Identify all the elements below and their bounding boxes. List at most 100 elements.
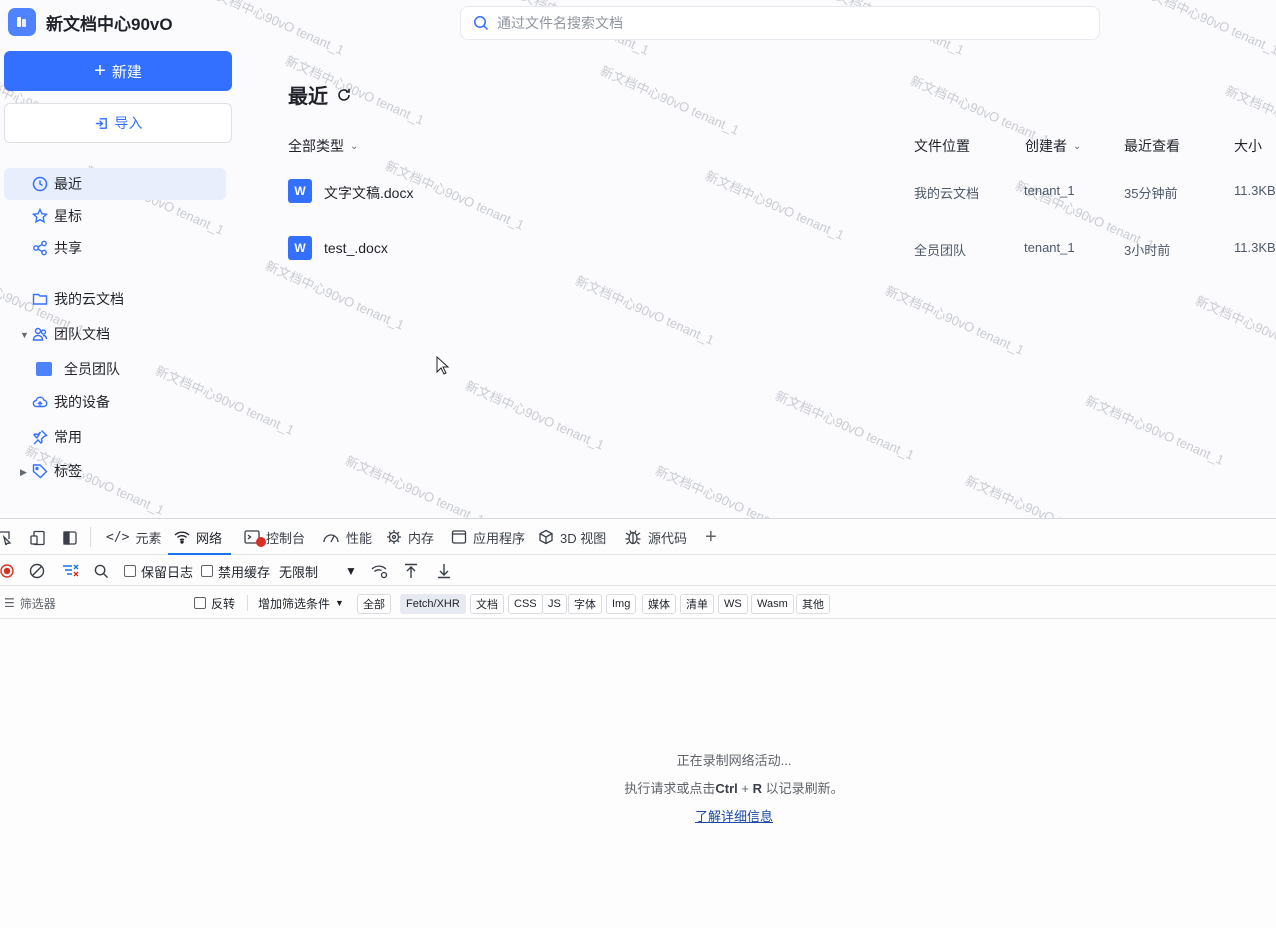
network-toolbar: 保留日志 禁用缓存 无限制 ▼	[0, 556, 1276, 586]
filter-chip[interactable]: 清单	[680, 594, 714, 614]
checkbox[interactable]	[124, 565, 136, 577]
folder-icon	[32, 293, 48, 305]
code-icon: </>	[106, 529, 130, 545]
type-filter-dropdown[interactable]: 全部类型 ⌄	[288, 136, 358, 156]
filter-chip[interactable]: Wasm	[751, 594, 794, 614]
sidebar-item-label: 最近	[54, 176, 82, 192]
sidebar-item-starred[interactable]: 星标	[4, 200, 226, 232]
brand: 新文档中心90vO	[8, 8, 173, 36]
tab-network[interactable]: 网络	[168, 519, 231, 555]
learn-more-link[interactable]: 了解详细信息	[695, 809, 773, 824]
word-doc-icon: W	[288, 179, 312, 203]
checkbox-label: 反转	[211, 596, 236, 611]
tab-label: 网络	[196, 530, 223, 546]
tab-performance[interactable]: 性能	[322, 519, 372, 555]
record-button[interactable]	[0, 556, 14, 586]
record-icon	[0, 564, 14, 578]
chevron-down-icon: ⌄	[350, 140, 359, 152]
sidebar-item-all-members-team[interactable]: 全员团队	[36, 359, 120, 379]
sidebar: 新文档中心90vO + 新建 导入 最近 星标 共享 我的云文档 ▼ 团队文档 …	[0, 0, 240, 518]
column-header-size: 大小	[1234, 136, 1262, 156]
tab-elements[interactable]: </> 元素	[106, 519, 162, 555]
tab-3d-view[interactable]: 3D 视图	[538, 519, 606, 555]
network-empty-state: 正在录制网络活动... 执行请求或点击Ctrl + R 以记录刷新。 了解详细信…	[0, 747, 1276, 831]
checkbox[interactable]	[194, 597, 206, 609]
table-row[interactable]: W 文字文稿.docx 我的云文档 tenant_1 35分钟前 11.3KB	[288, 171, 1276, 211]
checkbox[interactable]	[201, 565, 213, 577]
plus-icon: +	[94, 60, 106, 82]
sidebar-item-my-devices[interactable]: 我的设备	[4, 386, 226, 418]
filter-chip[interactable]: JS	[542, 594, 567, 614]
export-har-button[interactable]	[437, 556, 451, 586]
tab-sources[interactable]: 源代码	[624, 519, 687, 555]
disable-cache-checkbox[interactable]: 禁用缓存	[201, 556, 270, 586]
sidebar-item-tags[interactable]: ▶ 标签	[4, 455, 226, 487]
file-name[interactable]: test_.docx	[324, 240, 388, 256]
filter-chip[interactable]: WS	[718, 594, 748, 614]
tab-application[interactable]: 应用程序	[451, 519, 525, 555]
caret-down-icon: ▼	[345, 564, 357, 578]
filter-clear-icon	[63, 564, 79, 577]
filter-chip[interactable]: Fetch/XHR	[400, 594, 466, 614]
tab-memory[interactable]: 内存	[386, 519, 434, 555]
devtools-panel: </> 元素 网络 控制台 性能 内存 应用程序 3D 视图 源代码 + 保留日…	[0, 518, 1276, 928]
search-input[interactable]	[497, 15, 1057, 31]
shortcut-key: R	[752, 781, 762, 796]
new-button-label: 新建	[111, 63, 142, 81]
column-header-creator[interactable]: 创建者 ⌄	[1025, 136, 1081, 156]
caret-down-icon[interactable]: ▼	[20, 330, 29, 340]
inspect-element-icon[interactable]	[0, 531, 12, 545]
filter-chip[interactable]: 媒体	[642, 594, 676, 614]
dock-side-icon[interactable]	[62, 530, 78, 546]
app-window: 新文档中心90vO tenant_1 新文档中心90vO tenant_1 新文档中…	[0, 0, 1276, 518]
filter-chip[interactable]: 文档	[470, 594, 504, 614]
tab-console[interactable]: 控制台	[244, 519, 305, 555]
reload-hint: 执行请求或点击Ctrl + R 以记录刷新。	[0, 775, 1276, 803]
device-toolbar-icon[interactable]	[30, 530, 46, 546]
more-filters-dropdown[interactable]: 增加筛选条件 ▼	[258, 587, 344, 619]
clear-icon	[29, 563, 45, 579]
star-icon	[32, 208, 48, 224]
search-box[interactable]	[460, 6, 1100, 40]
main-content: 最近 全部类型 ⌄ 文件位置 创建者 ⌄ 最近查看 大小 W 文字文稿.docx…	[270, 0, 1276, 518]
caret-right-icon[interactable]: ▶	[20, 467, 27, 478]
filter-chip[interactable]: 字体	[568, 594, 602, 614]
search-button[interactable]	[94, 556, 109, 586]
sidebar-item-recent[interactable]: 最近	[4, 168, 226, 200]
clear-button[interactable]	[29, 556, 45, 586]
error-badge-icon	[256, 537, 266, 547]
filter-chip[interactable]: CSS	[508, 594, 543, 614]
filter-chip[interactable]: Img	[606, 594, 637, 614]
filter-chip[interactable]: 全部	[357, 594, 391, 614]
file-last-viewed: 35分钟前	[1124, 186, 1178, 201]
preserve-log-checkbox[interactable]: 保留日志	[124, 556, 193, 586]
file-last-viewed: 3小时前	[1124, 243, 1171, 258]
throttling-select[interactable]: 无限制 ▼	[279, 556, 357, 586]
import-button[interactable]: 导入	[4, 103, 232, 143]
file-size: 11.3KB	[1234, 240, 1276, 255]
tab-label: 源代码	[648, 530, 688, 546]
divider	[90, 527, 91, 547]
bug-icon	[625, 530, 641, 545]
sidebar-item-team-docs[interactable]: ▼ 团队文档	[4, 318, 226, 350]
filter-input[interactable]: ☰ 筛选器	[4, 587, 56, 619]
wifi-settings-icon	[371, 565, 388, 579]
new-button[interactable]: + 新建	[4, 51, 232, 91]
sidebar-item-frequent[interactable]: 常用	[4, 421, 226, 453]
sidebar-item-shared[interactable]: 共享	[4, 232, 226, 264]
column-header-label: 大小	[1234, 138, 1262, 154]
mouse-cursor-icon	[436, 356, 450, 375]
refresh-icon[interactable]	[336, 87, 352, 103]
filter-chip[interactable]: 其他	[796, 594, 830, 614]
file-name[interactable]: 文字文稿.docx	[324, 183, 413, 203]
invert-checkbox[interactable]: 反转	[194, 587, 235, 619]
wifi-icon	[174, 531, 190, 544]
table-row[interactable]: W test_.docx 全员团队 tenant_1 3小时前 11.3KB	[288, 228, 1276, 268]
filter-toggle-button[interactable]	[62, 556, 80, 586]
add-tab-button[interactable]: +	[705, 519, 717, 555]
sidebar-item-my-cloud[interactable]: 我的云文档	[4, 283, 226, 315]
import-har-button[interactable]	[404, 556, 418, 586]
more-filters-label: 增加筛选条件	[258, 596, 331, 611]
network-conditions-button[interactable]	[371, 556, 389, 586]
memory-chip-icon	[387, 530, 401, 544]
